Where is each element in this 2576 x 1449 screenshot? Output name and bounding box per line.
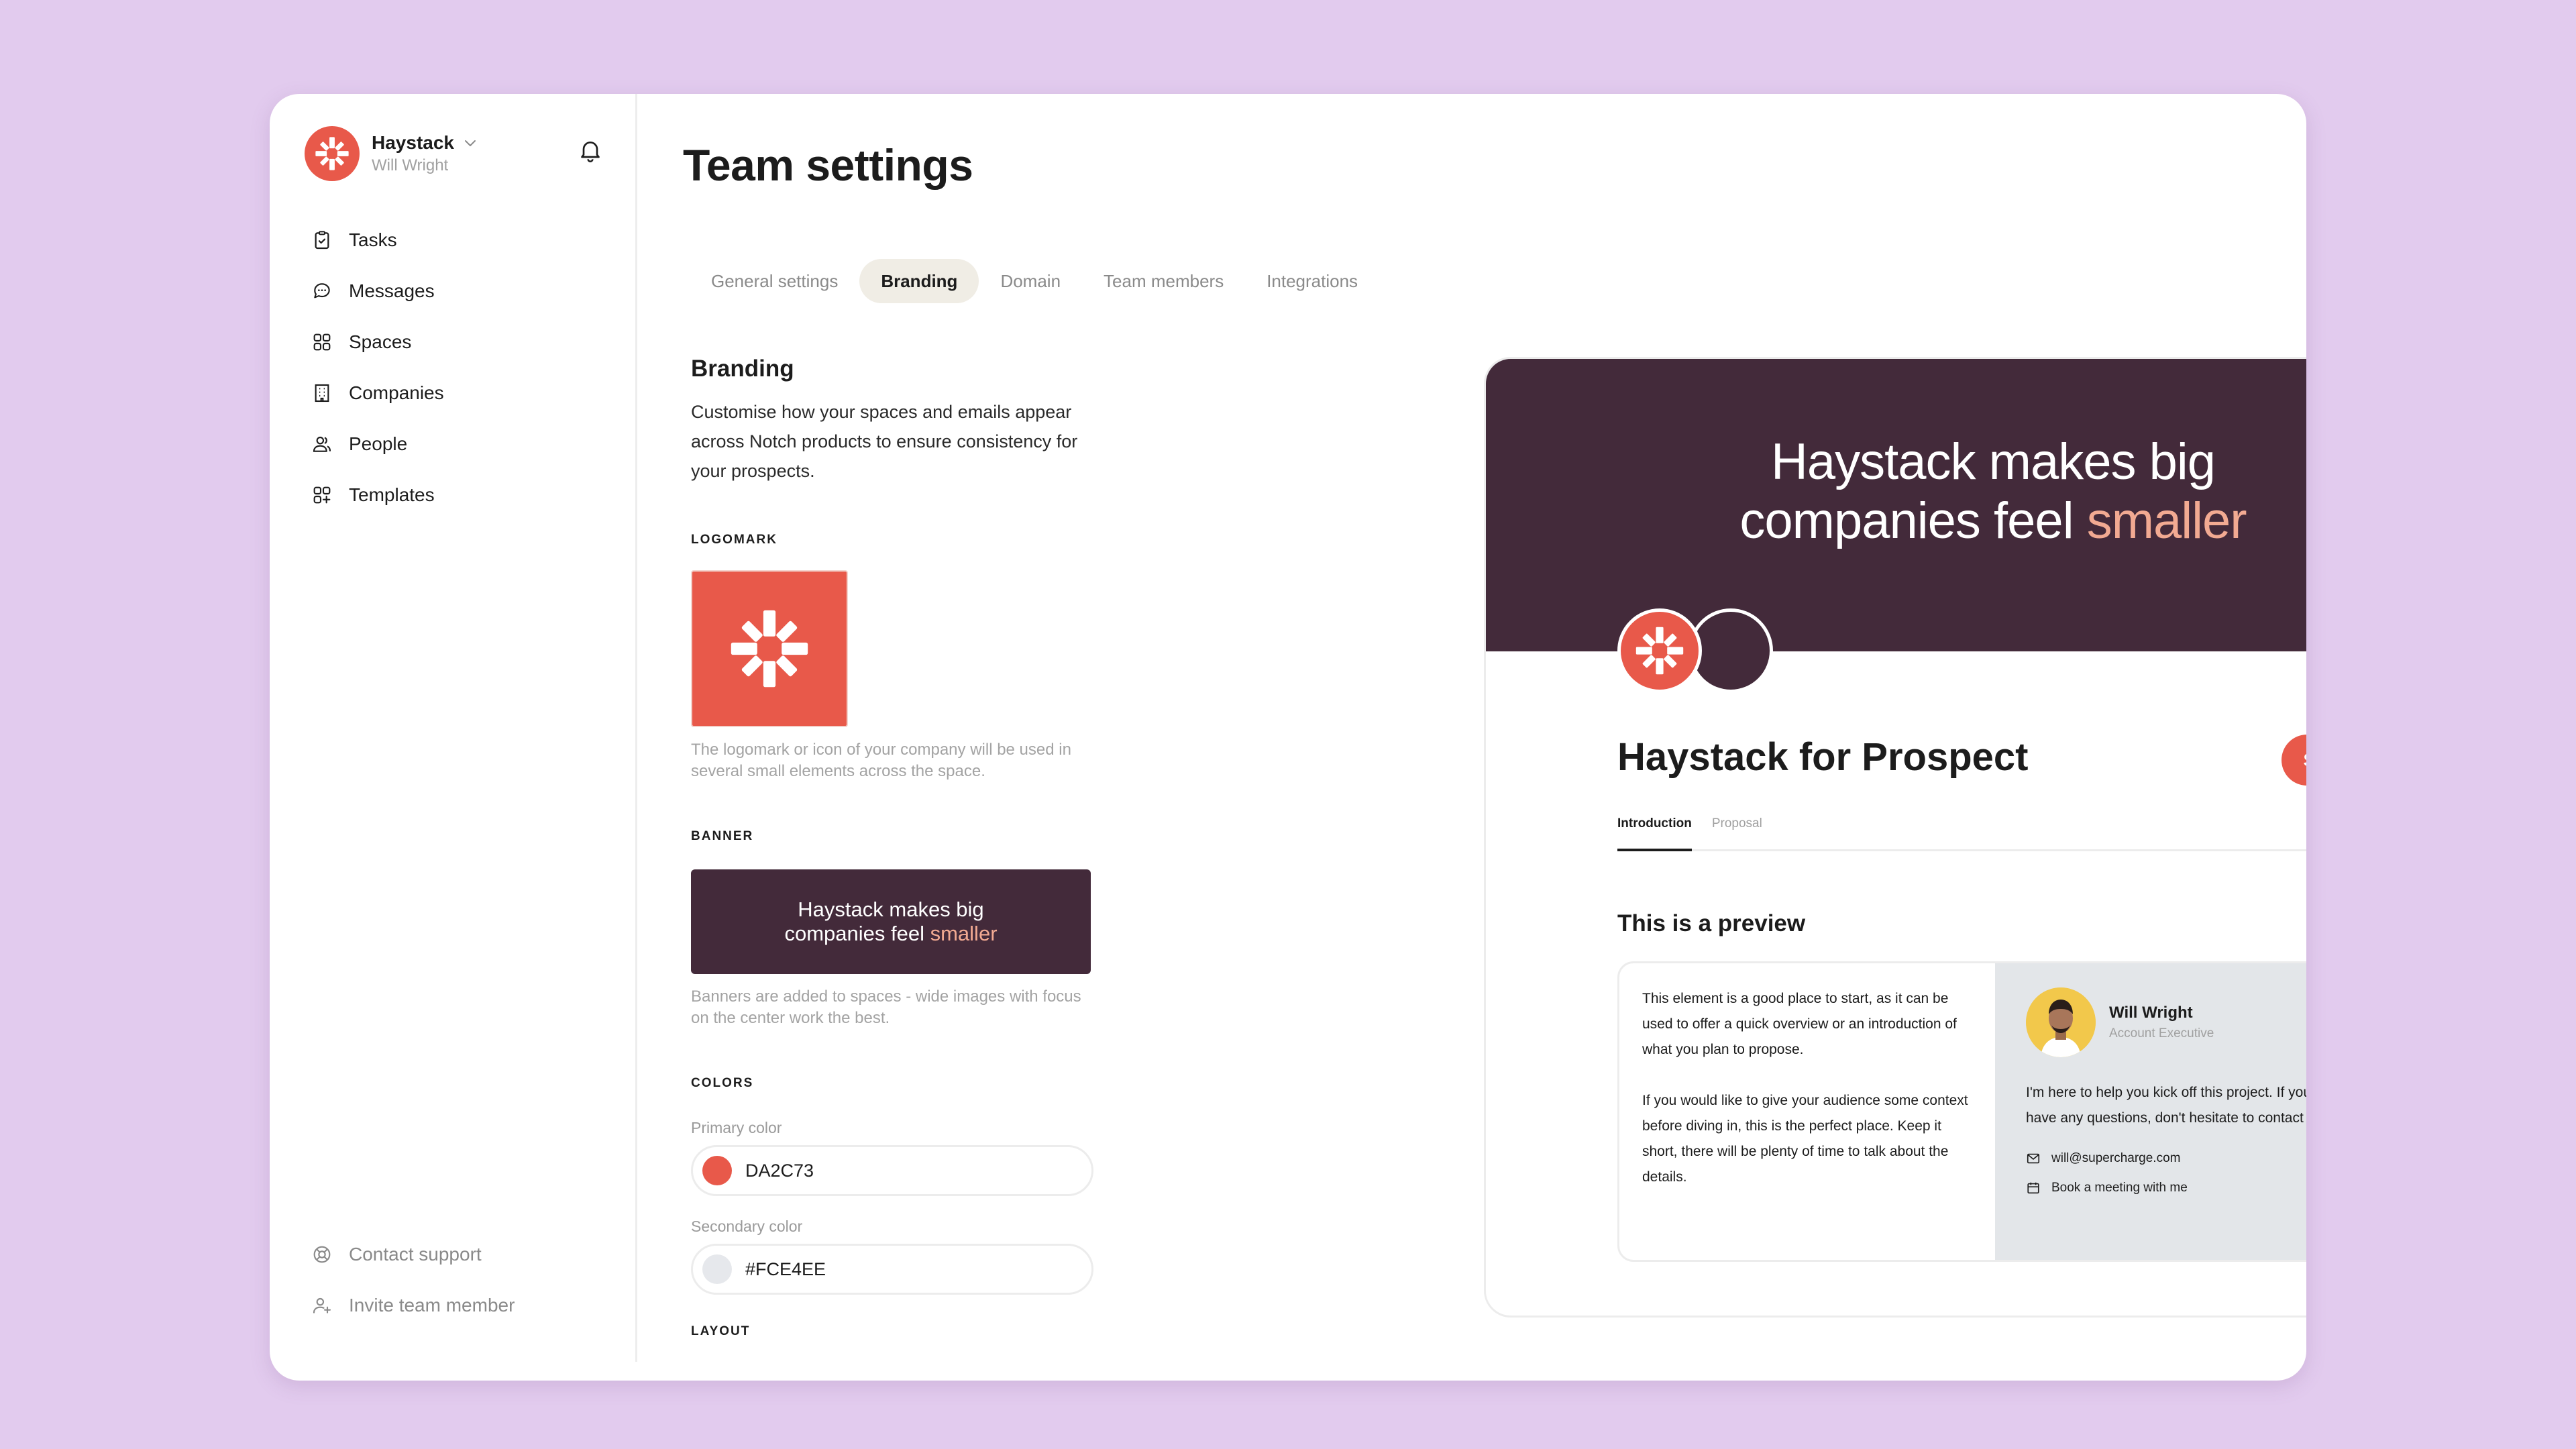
contact-role: Account Executive: [2109, 1026, 2214, 1040]
main-content: Team settings General settings Branding …: [637, 94, 2306, 1381]
preview-section-title: This is a preview: [1617, 910, 1806, 936]
sidebar-footer: Contact support Invite team member: [310, 1229, 515, 1331]
colors-label: COLORS: [691, 1076, 754, 1090]
sidebar-item-messages[interactable]: Messages: [310, 266, 444, 317]
invite-team-member-label: Invite team member: [349, 1295, 515, 1316]
bell-icon[interactable]: [577, 137, 604, 164]
banner-upload[interactable]: Haystack makes big companies feel smalle…: [691, 869, 1091, 974]
people-icon: [310, 432, 334, 456]
preview-headline-line-2-text: companies feel: [1739, 492, 2087, 549]
sidebar-item-label: Messages: [349, 280, 435, 301]
contact-message: I'm here to help you kick off this proje…: [2026, 1085, 2306, 1126]
book-meeting-label: Book a meeting with me: [2051, 1181, 2188, 1195]
chevron-down-icon: [462, 135, 478, 151]
preview-card: This element is a good place to start, a…: [1617, 961, 2306, 1262]
sidebar-item-label: Templates: [349, 484, 435, 505]
sidebar-item-companies[interactable]: Companies: [310, 368, 444, 419]
layout-label: LAYOUT: [691, 1324, 751, 1338]
tab-domain[interactable]: Domain: [979, 259, 1082, 303]
clipboard-check-icon: [310, 228, 334, 252]
banner-line-2-text: companies feel: [784, 922, 930, 945]
sidebar-item-label: Spaces: [349, 331, 412, 352]
company-avatar: [1617, 608, 1702, 693]
logomark-hint: The logomark or icon of your company wil…: [691, 741, 1071, 780]
settings-tabs: General settings Branding Domain Team me…: [690, 259, 1379, 303]
book-meeting-link[interactable]: Book a meeting with me: [2026, 1181, 2306, 1195]
tab-general-settings[interactable]: General settings: [690, 259, 859, 303]
secondary-color-swatch[interactable]: [702, 1254, 732, 1284]
primary-color-value: DA2C73: [745, 1160, 814, 1181]
secondary-color-field[interactable]: #FCE4EE: [691, 1244, 1093, 1295]
tab-team-members[interactable]: Team members: [1082, 259, 1245, 303]
sidebar-item-templates[interactable]: Templates: [310, 470, 444, 521]
sidebar-item-people[interactable]: People: [310, 419, 444, 470]
sidebar-nav: Tasks Messages Spaces Companies People T…: [310, 215, 444, 521]
sidebar-item-label: Tasks: [349, 229, 397, 250]
contact-email-link[interactable]: will@supercharge.com: [2026, 1151, 2306, 1166]
preview-tabs: Introduction Proposal: [1617, 816, 2306, 851]
preview-headline-accent: smaller: [2086, 492, 2247, 549]
contact-avatar: [2026, 987, 2096, 1057]
banner-line-2: companies feel smaller: [784, 922, 997, 946]
sidebar-item-label: People: [349, 433, 408, 454]
haystack-logo-icon: [305, 126, 360, 181]
logomark-label: LOGOMARK: [691, 533, 777, 547]
building-icon: [310, 381, 334, 405]
preview-headline-line-2: companies feel smaller: [1739, 492, 2247, 551]
preview-paragraph-2: If you would like to give your audience …: [1642, 1093, 1968, 1185]
primary-color-label: Primary color: [691, 1119, 782, 1136]
secondary-color-label: Secondary color: [691, 1218, 803, 1235]
preview-headline: Haystack makes big companies feel smalle…: [1739, 433, 2247, 551]
preview-tab-proposal[interactable]: Proposal: [1712, 816, 1762, 851]
preview-banner: Haystack makes big companies feel smalle…: [1486, 359, 2306, 651]
primary-color-swatch[interactable]: [702, 1156, 732, 1185]
team-name: Haystack: [372, 132, 454, 153]
branding-description: Customise how your spaces and emails app…: [691, 402, 1078, 481]
space-preview: Haystack makes big companies feel smalle…: [1484, 357, 2306, 1318]
app-window: Haystack Will Wright Tasks Messages Spac…: [270, 94, 2306, 1381]
contact-card: Will Wright Account Executive I'm here t…: [1995, 963, 2306, 1260]
sidebar-item-tasks[interactable]: Tasks: [310, 215, 444, 266]
sidebar-item-spaces[interactable]: Spaces: [310, 317, 444, 368]
contact-name: Will Wright: [2109, 1004, 2193, 1022]
branding-form: Branding Customise how your spaces and e…: [691, 356, 1100, 1339]
page-title: Team settings: [683, 140, 973, 190]
banner-line-1: Haystack makes big: [798, 898, 984, 921]
contact-email: will@supercharge.com: [2051, 1151, 2181, 1165]
secondary-color-value: #FCE4EE: [745, 1258, 826, 1279]
mail-icon: [2027, 1153, 2040, 1164]
preview-tab-introduction[interactable]: Introduction: [1617, 816, 1692, 851]
chat-bubble-icon: [310, 279, 334, 303]
contact-support-link[interactable]: Contact support: [310, 1229, 515, 1280]
grid-squares-icon: [310, 330, 334, 354]
primary-color-field[interactable]: DA2C73: [691, 1145, 1093, 1196]
sidebar-item-label: Companies: [349, 382, 444, 403]
banner-accent-text: smaller: [930, 922, 998, 945]
lifebuoy-icon: [310, 1242, 334, 1267]
share-button[interactable]: Share: [2282, 735, 2306, 786]
preview-card-text: This element is a good place to start, a…: [1619, 963, 1995, 1260]
team-switcher[interactable]: Haystack Will Wright: [305, 126, 478, 181]
template-grid-icon: [310, 483, 334, 507]
banner-label: BANNER: [691, 829, 754, 843]
contact-support-label: Contact support: [349, 1244, 482, 1265]
invite-team-member-link[interactable]: Invite team member: [310, 1280, 515, 1331]
preview-paragraph-1: This element is a good place to start, a…: [1642, 991, 1957, 1057]
tab-branding[interactable]: Branding: [859, 259, 979, 303]
calendar-icon: [2027, 1182, 2039, 1194]
branding-title: Branding: [691, 356, 794, 382]
haystack-logomark-icon: [731, 610, 808, 688]
preview-headline-line-1: Haystack makes big: [1770, 433, 2216, 490]
logomark-upload[interactable]: [691, 570, 848, 727]
user-plus-icon: [310, 1293, 334, 1318]
tab-integrations[interactable]: Integrations: [1245, 259, 1379, 303]
preview-space-title: Haystack for Prospect: [1617, 735, 2029, 779]
haystack-logo-icon: [1635, 627, 1684, 675]
sidebar: Haystack Will Wright Tasks Messages Spac…: [270, 94, 637, 1362]
team-user-name: Will Wright: [372, 156, 449, 174]
banner-hint: Banners are added to spaces - wide image…: [691, 987, 1081, 1027]
